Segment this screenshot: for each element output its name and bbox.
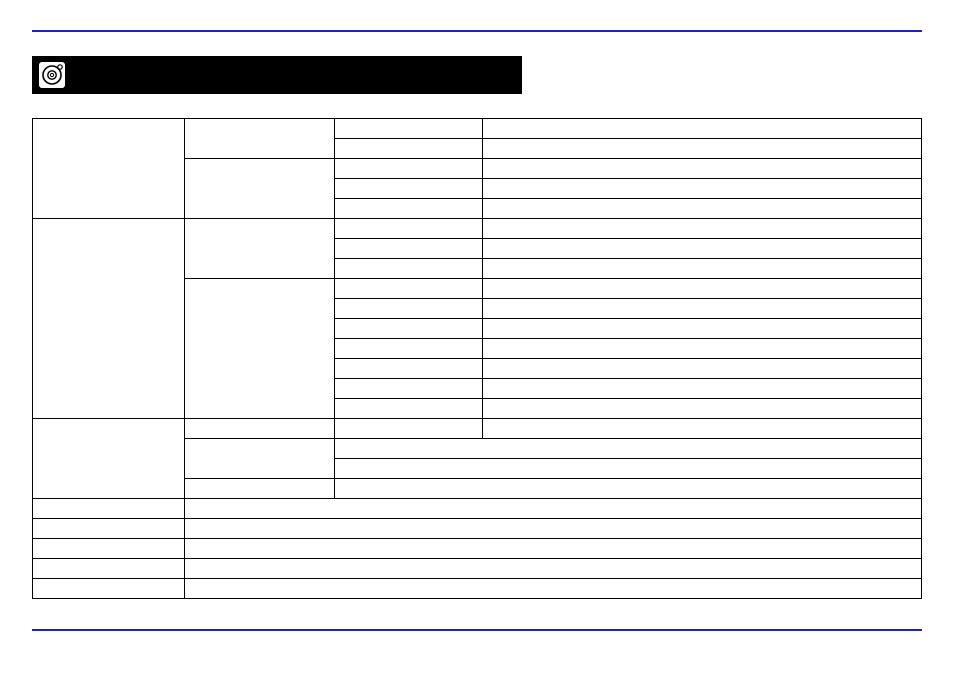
cell: [483, 339, 922, 359]
spec-table: [32, 118, 922, 599]
cell: [335, 259, 483, 279]
cell: [33, 499, 185, 519]
cell: [185, 559, 922, 579]
cell: [483, 299, 922, 319]
cell: [33, 539, 185, 559]
table-row: [33, 579, 922, 599]
cell: [335, 139, 483, 159]
cell: [185, 579, 922, 599]
cell: [335, 179, 483, 199]
cell: [483, 319, 922, 339]
cell: [33, 119, 185, 219]
cell: [185, 479, 335, 499]
table-row: [33, 119, 922, 139]
cell: [335, 439, 922, 459]
cell: [33, 419, 185, 499]
table-row: [33, 539, 922, 559]
cell: [335, 319, 483, 339]
cell: [483, 399, 922, 419]
table-row: [33, 419, 922, 439]
cell: [335, 479, 922, 499]
cell: [483, 119, 922, 139]
cell: [185, 219, 335, 279]
cell: [335, 399, 483, 419]
cell: [185, 119, 335, 159]
cell: [483, 219, 922, 239]
cell: [185, 519, 922, 539]
cell: [335, 279, 483, 299]
cell: [185, 279, 335, 419]
cell: [33, 519, 185, 539]
cell: [335, 339, 483, 359]
cell: [483, 159, 922, 179]
table-row: [33, 559, 922, 579]
cell: [335, 219, 483, 239]
cell: [483, 379, 922, 399]
cell: [33, 559, 185, 579]
cell: [335, 359, 483, 379]
cell: [33, 579, 185, 599]
bottom-divider: [32, 629, 922, 631]
cell: [483, 199, 922, 219]
cell: [483, 279, 922, 299]
cell: [483, 239, 922, 259]
cell: [335, 239, 483, 259]
cell: [185, 159, 335, 219]
cell: [483, 179, 922, 199]
cell: [335, 299, 483, 319]
cell: [335, 119, 483, 139]
cell: [185, 499, 922, 519]
table-row: [33, 219, 922, 239]
cell: [335, 159, 483, 179]
cell: [335, 419, 483, 439]
top-divider: [32, 30, 922, 32]
cell: [33, 219, 185, 419]
cell: [335, 459, 922, 479]
cell: [185, 539, 922, 559]
document-page: [0, 0, 954, 691]
cell: [185, 439, 335, 479]
section-header: [32, 56, 522, 94]
cell: [483, 419, 922, 439]
cell: [185, 419, 335, 439]
table-row: [33, 519, 922, 539]
cell: [483, 359, 922, 379]
cell: [335, 379, 483, 399]
table-row: [33, 499, 922, 519]
disc-icon: [38, 61, 66, 89]
cell: [483, 139, 922, 159]
cell: [335, 199, 483, 219]
cell: [483, 259, 922, 279]
